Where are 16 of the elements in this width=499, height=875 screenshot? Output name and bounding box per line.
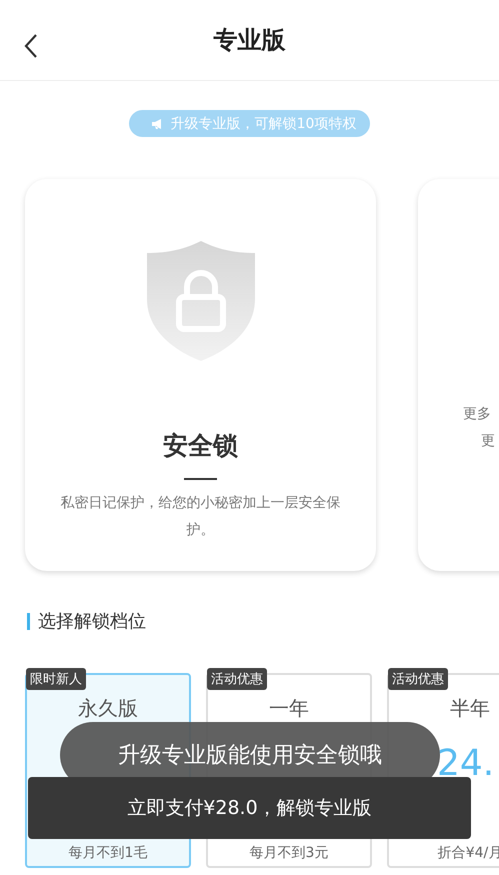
page-title: 专业版 xyxy=(214,25,286,56)
plan-name: 半年 xyxy=(450,695,490,722)
feature-description: 私密日记保护，给您的小秘密加上一层安全保护。 xyxy=(60,494,342,540)
plan-name: 一年 xyxy=(269,695,309,722)
plan-note: 折合¥4/月 xyxy=(438,844,499,863)
feature-description: 更 xyxy=(481,432,495,451)
plan-note: 每月不到1毛 xyxy=(68,844,148,863)
plan-tag: 活动优惠 xyxy=(388,668,448,690)
banner-text: 升级专业版，可解锁10项特权 xyxy=(170,114,356,132)
plan-note: 每月不到3元 xyxy=(250,844,328,863)
plan-name: 永久版 xyxy=(78,695,138,722)
feature-description: 更多 xyxy=(463,405,491,424)
section-title: 选择解锁档位 xyxy=(38,610,146,633)
plan-tag: 活动优惠 xyxy=(207,668,267,690)
plan-tag: 限时新人 xyxy=(26,668,86,690)
feature-title: 安全锁 xyxy=(163,430,238,462)
